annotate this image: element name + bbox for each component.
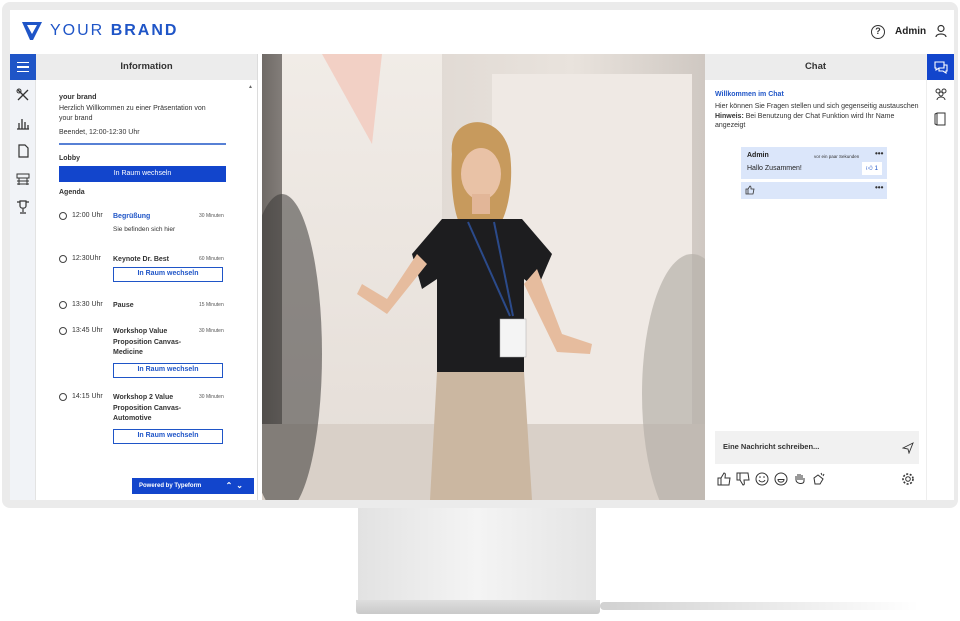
agenda-radio[interactable] [59,212,67,220]
monitor-stand [358,508,596,604]
chat-hint-label: Hinweis: [715,112,744,120]
agenda-time: 13:45 Uhr [72,327,103,334]
clap-icon[interactable] [812,472,826,486]
information-body: your brand Herzlich Willkommen zu einer … [36,80,257,196]
agenda-title-text: Keynote Dr. Best [113,256,170,263]
agenda-duration: 30 Minuten [199,394,224,400]
message-input[interactable] [723,439,893,453]
audience-icon[interactable] [16,172,30,186]
agenda-title-text: Workshop Value Proposition Canvas-Medici… [113,328,182,356]
agenda-duration: 60 Minuten [199,256,224,262]
enter-room-button[interactable]: In Raum wechseln [113,363,223,378]
hand-raise-icon[interactable] [793,472,807,486]
information-title: Information [36,54,257,80]
more-options-icon[interactable]: ••• [875,149,883,158]
settings-icon[interactable] [901,472,915,486]
presenter-brand: your brand [59,92,97,101]
thumbs-down-icon[interactable] [736,472,750,486]
agenda-title-text: Workshop 2 Value Proposition Canvas-Auto… [113,394,182,422]
agenda-title: Agenda [59,188,85,196]
user-icon[interactable] [934,24,948,38]
typeform-bar[interactable]: Powered by Typeform ⌃⌄ [132,478,254,494]
message-like-count[interactable]: 👍︎ 1 [862,162,882,175]
agenda-radio[interactable] [59,393,67,401]
menu-icon[interactable] [10,54,36,80]
document-icon[interactable] [16,144,30,158]
session-status: Beendet, 12:00-12:30 Uhr [59,129,140,136]
chat-toggle-button[interactable] [927,54,954,80]
message-time: vor ein paar Sekunden [814,154,860,159]
notebook-icon[interactable] [934,112,948,126]
information-panel: Information ▲ your brand Herzlich Willko… [36,54,258,500]
chat-title: Chat [705,54,926,80]
left-nav [10,54,36,500]
right-toolbar [926,54,954,500]
agenda-duration: 30 Minuten [199,213,224,219]
monitor-base [356,600,600,614]
smile-icon[interactable] [755,472,769,486]
lobby-title: Lobby [59,154,80,162]
scroll-up-icon[interactable]: ▲ [248,84,253,90]
presenter-image [262,54,705,500]
more-options-icon[interactable]: ••• [875,183,883,192]
agenda-time: 12:00 Uhr [72,212,103,219]
like-icon[interactable] [745,185,755,195]
brand-logo-icon [22,22,42,40]
help-icon[interactable]: ? [871,25,885,39]
typeform-label: Powered by Typeform [139,483,202,489]
agenda-title-text: Pause [113,302,134,309]
monitor-frame: YOUR BRAND ? Admin Information ▲ your br… [2,2,958,508]
app-header: YOUR BRAND ? Admin [10,10,954,54]
reaction-toolbar [717,472,826,486]
brand-name: YOUR BRAND [50,22,179,39]
agenda-duration: 15 Minuten [199,302,224,308]
chat-panel: Chat Willkommen im Chat Hier können Sie … [705,54,926,500]
lobby-enter-button[interactable]: In Raum wechseln [59,165,226,182]
send-icon[interactable] [902,442,914,454]
agenda-duration: 30 Minuten [199,328,224,334]
agenda-radio[interactable] [59,255,67,263]
agenda-time: 13:30 Uhr [72,301,103,308]
app-screen: YOUR BRAND ? Admin Information ▲ your br… [10,10,954,500]
chat-welcome: Willkommen im Chat [715,91,784,98]
group-icon[interactable] [934,87,948,101]
enter-room-button[interactable]: In Raum wechseln [113,429,223,444]
tools-icon[interactable] [16,88,30,102]
enter-room-button[interactable]: In Raum wechseln [113,267,223,282]
welcome-text: Herzlich Willkommen zu einer Präsentatio… [59,105,206,122]
agenda-current-marker: Sie befinden sich hier [113,226,176,233]
typeform-nav-icons[interactable]: ⌃⌄ [226,478,247,494]
chat-message[interactable]: Admin vor ein paar Sekunden ••• Hallo Zu… [741,147,887,179]
bar-chart-icon[interactable] [16,116,30,130]
chat-icon [934,61,948,74]
chat-composer [715,431,919,464]
agenda-radio[interactable] [59,327,67,335]
laugh-icon[interactable] [774,472,788,486]
divider [59,143,226,145]
monitor-shadow [600,602,920,610]
message-author: Admin [747,152,769,159]
brand-logo[interactable]: YOUR BRAND [22,22,178,40]
message-text: Hallo Zusammen! [747,165,802,172]
agenda-title-text: Begrüßung [113,213,151,220]
presentation-video[interactable] [262,54,705,500]
agenda-radio[interactable] [59,301,67,309]
thumbs-up-icon[interactable] [717,472,731,486]
user-name[interactable]: Admin [895,26,926,37]
message-reaction-bar: ••• [741,182,887,199]
chat-desc-text: Hier können Sie Fragen stellen und sich … [715,103,919,110]
chat-description: Hier können Sie Fragen stellen und sich … [715,102,921,131]
trophy-icon[interactable] [16,200,30,214]
agenda-time: 14:15 Uhr [72,393,103,400]
agenda-time: 12:30Uhr [72,255,101,262]
